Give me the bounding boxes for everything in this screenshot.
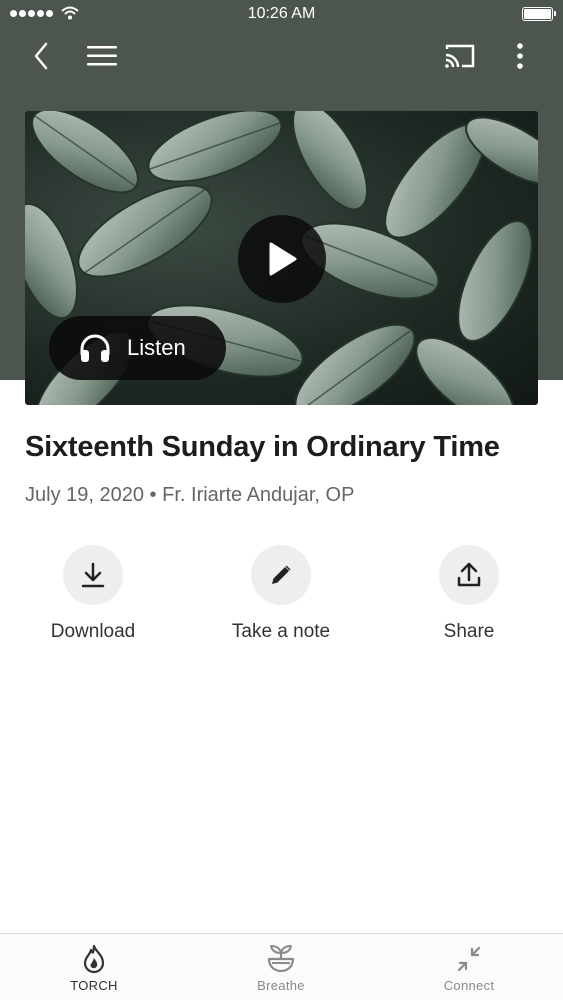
share-button[interactable]: Share: [389, 545, 549, 643]
tab-connect[interactable]: Connect: [375, 934, 563, 1000]
note-icon-circle: [251, 545, 311, 605]
episode-title: Sixteenth Sunday in Ordinary Time: [25, 431, 500, 463]
tab-connect-label: Connect: [443, 978, 495, 993]
back-button[interactable]: [21, 36, 61, 76]
plant-bowl-icon: [267, 945, 295, 973]
listen-label: Listen: [127, 335, 186, 360]
more-vertical-icon: [517, 43, 523, 69]
cast-button[interactable]: [440, 36, 480, 76]
episode-author: Fr. Iriarte Andujar, OP: [162, 484, 355, 506]
chevron-left-icon: [34, 42, 48, 70]
download-icon-circle: [63, 545, 123, 605]
tab-breathe-label: Breathe: [257, 978, 305, 993]
cast-icon: [445, 44, 475, 68]
listen-button[interactable]: Listen: [49, 316, 226, 380]
hamburger-menu-icon: [87, 46, 117, 66]
headphones-icon: [80, 334, 110, 362]
take-note-label: Take a note: [231, 621, 331, 642]
episode-cover-image: Listen: [25, 111, 538, 405]
download-button[interactable]: Download: [13, 545, 173, 643]
download-label: Download: [50, 621, 136, 642]
tab-torch-label: TORCH: [70, 978, 118, 993]
share-icon-circle: [439, 545, 499, 605]
play-icon: [269, 242, 297, 276]
episode-meta: July 19, 2020 • Fr. Iriarte Andujar, OP: [25, 484, 354, 507]
tab-bar: TORCH Breathe Connect: [0, 933, 563, 1000]
meta-separator: •: [149, 484, 157, 506]
share-icon: [457, 562, 481, 587]
status-time: 10:26 AM: [247, 5, 316, 22]
share-label: Share: [443, 621, 495, 642]
battery-icon: [522, 7, 556, 21]
flame-icon: [83, 944, 105, 974]
pencil-icon: [272, 565, 291, 584]
status-bar: 10:26 AM: [0, 0, 563, 30]
menu-button[interactable]: [82, 36, 122, 76]
tab-torch[interactable]: TORCH: [0, 934, 188, 1000]
tab-breathe[interactable]: Breathe: [187, 934, 375, 1000]
arrows-in-icon: [457, 946, 481, 972]
download-icon: [81, 562, 105, 588]
more-options-button[interactable]: [500, 36, 540, 76]
play-button[interactable]: [238, 215, 326, 303]
take-note-button[interactable]: Take a note: [201, 545, 361, 643]
episode-date: July 19, 2020: [25, 484, 144, 506]
